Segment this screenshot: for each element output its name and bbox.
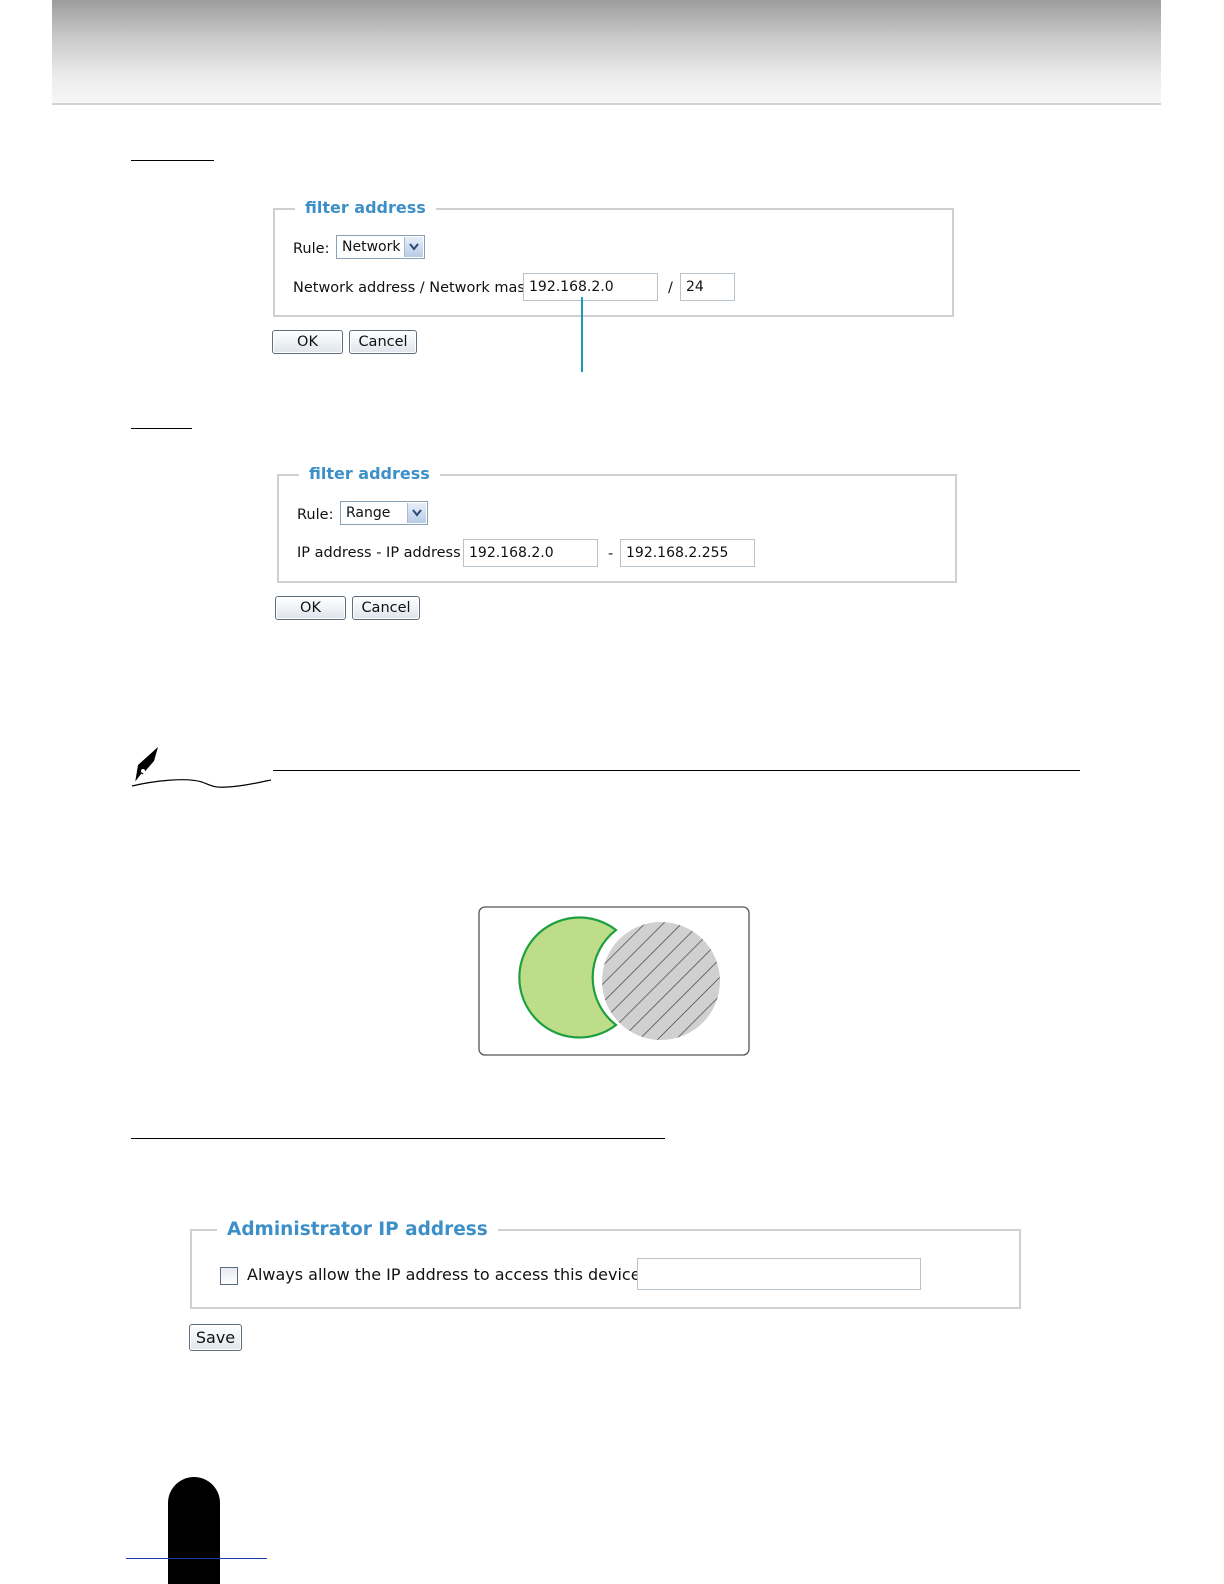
panel-legend: Administrator IP address — [217, 1219, 498, 1241]
cancel-button[interactable]: Cancel — [352, 596, 420, 620]
filter-address-panel-network: filter address Rule: Network Network add… — [273, 198, 954, 317]
heading-underline-network — [131, 160, 214, 161]
ok-button[interactable]: OK — [272, 330, 343, 354]
filter-address-panel-range: filter address Rule: Range IP address - … — [277, 464, 957, 583]
start-ip-input[interactable]: 192.168.2.0 — [463, 539, 598, 567]
rule-select-value: Network — [342, 239, 401, 255]
network-address-input[interactable]: 192.168.2.0 — [523, 273, 658, 301]
rule-label: Rule: — [297, 507, 334, 523]
chevron-down-icon — [404, 237, 423, 257]
always-allow-checkbox[interactable] — [220, 1267, 238, 1285]
denied-circle — [602, 922, 720, 1040]
heading-underline-range — [131, 428, 192, 429]
page-number-tab — [168, 1477, 220, 1584]
network-mask-input[interactable]: 24 — [680, 273, 735, 301]
rule-select[interactable]: Network — [336, 235, 425, 259]
cancel-button[interactable]: Cancel — [349, 330, 417, 354]
always-allow-label: Always allow the IP address to access th… — [247, 1265, 641, 1284]
rule-label: Rule: — [293, 241, 330, 257]
network-address-label: Network address / Network mask — [293, 280, 534, 296]
administrator-ip-panel: Administrator IP address Always allow th… — [190, 1219, 1021, 1309]
ok-button[interactable]: OK — [275, 596, 346, 620]
chevron-down-icon — [407, 503, 426, 523]
mask-separator: / — [668, 280, 673, 296]
end-ip-input[interactable]: 192.168.2.255 — [620, 539, 755, 567]
note-divider-line — [273, 770, 1080, 771]
footer-rule — [126, 1558, 267, 1559]
pen-nib-icon — [131, 747, 272, 788]
panel-legend: filter address — [295, 198, 436, 218]
panel-legend: filter address — [299, 464, 440, 484]
page-header-band — [52, 0, 1161, 105]
ip-filter-venn-diagram — [478, 906, 750, 1056]
heading-underline-admin — [131, 1138, 665, 1139]
rule-select[interactable]: Range — [340, 501, 428, 525]
admin-ip-input[interactable] — [637, 1258, 921, 1290]
rule-select-value: Range — [346, 505, 391, 521]
ip-range-label: IP address - IP address — [297, 545, 461, 561]
range-separator: - — [608, 546, 614, 562]
save-button[interactable]: Save — [189, 1324, 242, 1351]
callout-line — [581, 297, 583, 372]
